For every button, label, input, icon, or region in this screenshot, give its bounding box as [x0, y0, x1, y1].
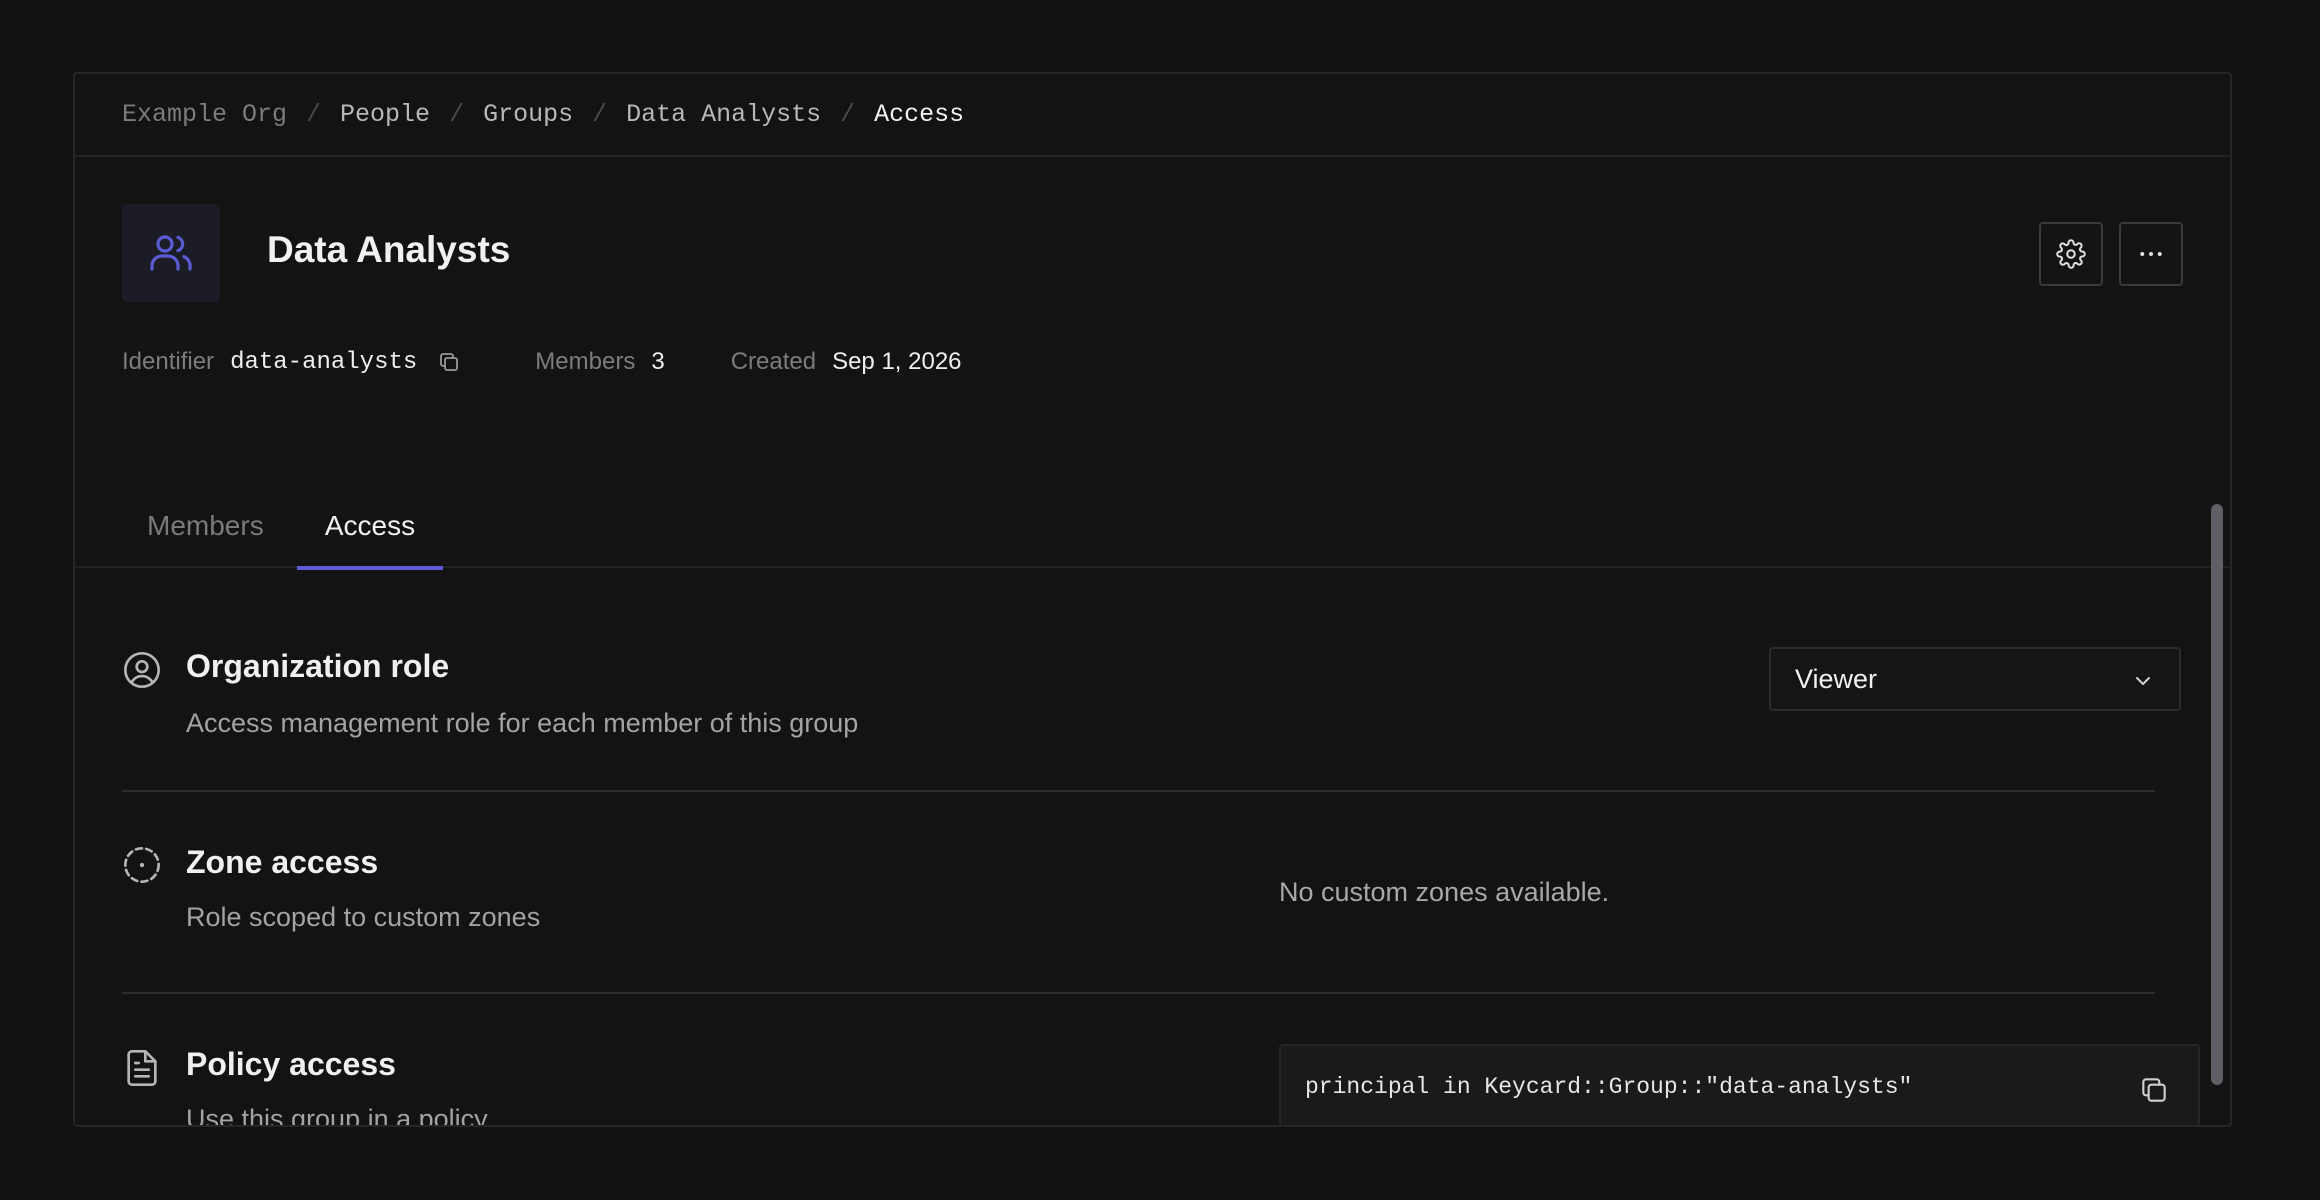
members-label: Members: [535, 348, 636, 375]
document-icon: [122, 1048, 162, 1093]
role-select[interactable]: Viewer: [1769, 647, 2181, 711]
organization-role-section: Organization role Access management role…: [122, 574, 2181, 792]
group-avatar: [122, 204, 220, 302]
copy-icon: [440, 353, 459, 371]
identifier-label: Identifier: [122, 348, 215, 375]
tab-bar: Members Access: [75, 494, 2230, 570]
created-label: Created: [730, 348, 817, 375]
content-scrollbar[interactable]: [2211, 504, 2223, 1085]
dashed-circle-icon: [122, 845, 162, 890]
group-panel: Example Org / People / Groups / Data Ana…: [73, 72, 2232, 1127]
breadcrumb-separator: /: [449, 100, 465, 129]
breadcrumb: Example Org / People / Groups / Data Ana…: [75, 74, 2230, 157]
section-description: Role scoped to custom zones: [186, 902, 541, 932]
breadcrumb-separator: /: [840, 100, 856, 129]
members-meta: Members 3: [535, 348, 664, 376]
section-title: Policy access: [186, 1046, 396, 1082]
settings-button[interactable]: [2039, 222, 2103, 286]
identifier-meta: Identifier data-analysts: [122, 348, 461, 376]
users-icon: [150, 235, 192, 271]
role-select-value: Viewer: [1795, 663, 1878, 694]
copy-identifier-button[interactable]: [437, 350, 461, 374]
breadcrumb-people[interactable]: People: [340, 100, 430, 129]
policy-code: principal in Keycard::Group::"data-analy…: [1305, 1073, 1913, 1100]
copy-icon: [2142, 1078, 2166, 1102]
policy-snippet: principal in Keycard::Group::"data-analy…: [1279, 1044, 2200, 1125]
zone-access-section: Zone access Role scoped to custom zones …: [122, 792, 2155, 994]
chevron-down-icon: [2136, 677, 2150, 685]
zones-empty-state: No custom zones available.: [1279, 877, 1610, 907]
created-meta: Created Sep 1, 2026: [731, 348, 962, 376]
breadcrumb-groups[interactable]: Groups: [483, 100, 573, 129]
members-count: 3: [651, 348, 665, 375]
identifier-value: data-analysts: [230, 348, 418, 376]
more-actions-button[interactable]: [2119, 222, 2183, 286]
section-description: Use this group in a policy: [186, 1104, 488, 1127]
section-title: Zone access: [186, 844, 379, 880]
group-meta: Identifier data-analysts Members 3 Creat…: [122, 348, 962, 376]
more-horizontal-icon: [2140, 252, 2162, 256]
policy-access-section: Policy access Use this group in a policy…: [122, 994, 2200, 1127]
gear-icon: [2056, 239, 2086, 269]
page-title: Data Analysts: [267, 229, 511, 270]
breadcrumb-separator: /: [306, 100, 322, 129]
section-description: Access management role for each member o…: [186, 708, 859, 738]
breadcrumb-group[interactable]: Data Analysts: [626, 100, 821, 129]
breadcrumb-org[interactable]: Example Org: [122, 100, 287, 129]
tab-members[interactable]: Members: [147, 494, 264, 568]
breadcrumb-separator: /: [592, 100, 608, 129]
tab-access[interactable]: Access: [297, 494, 443, 570]
copy-policy-button[interactable]: [2138, 1074, 2170, 1113]
created-date: Sep 1, 2026: [832, 348, 962, 375]
breadcrumb-current: Access: [874, 100, 965, 129]
section-title: Organization role: [186, 648, 450, 684]
user-circle-icon: [122, 650, 162, 695]
